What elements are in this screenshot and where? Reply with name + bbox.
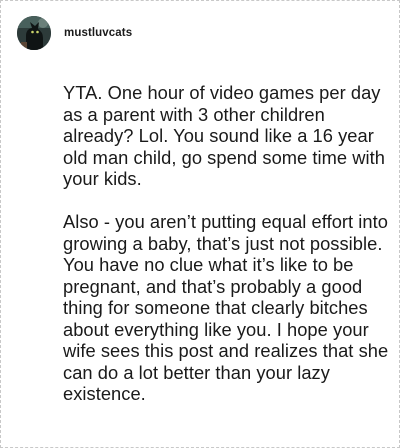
username[interactable]: mustluvcats [64,27,132,39]
post-header: mustluvcats [17,15,132,51]
post-card: mustluvcats YTA. One hour of video games… [0,0,400,448]
avatar[interactable] [17,16,51,50]
post-paragraph: YTA. One hour of video games per day as … [63,82,385,189]
post-body: YTA. One hour of video games per day as … [63,82,393,405]
post-paragraph: Also - you aren’t putting equal effort i… [63,211,389,404]
cat-avatar-icon [17,16,51,50]
